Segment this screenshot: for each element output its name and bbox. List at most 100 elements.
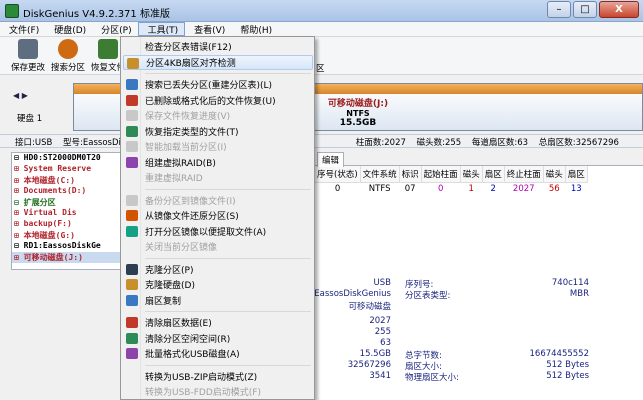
column-header[interactable]: 标识	[399, 166, 422, 183]
align-icon	[127, 57, 139, 69]
menu-separator	[145, 188, 311, 190]
tools-menu-item: 关闭当前分区镜像	[123, 239, 313, 254]
tools-menu-item-label: 转换为USB-FDD启动模式(F)	[145, 388, 261, 398]
cylinders-info: 柱面数:2027	[355, 138, 406, 148]
tree-item[interactable]: ⊞ backup(F:)	[12, 219, 120, 230]
disk-tree[interactable]: ⊟ HD0:ST2000DM0T20 ⊞ System Reserve ⊞ 本地…	[11, 152, 121, 270]
tools-menu-item-label: 批量格式化USB磁盘(A)	[145, 350, 240, 360]
tree-item[interactable]: ⊟ RD1:EassosDiskGe	[12, 241, 120, 252]
tree-item[interactable]: ⊞ System Reserve	[12, 164, 120, 175]
table-row[interactable]: 0 NTFS 07 0 1 2 2027 56 13	[315, 182, 587, 196]
disk-label: 硬盘 1	[17, 114, 43, 124]
minimize-button[interactable]: –	[547, 1, 571, 18]
save-changes-button[interactable]: 保存更改	[8, 39, 48, 73]
tools-menu-item-label: 组建虚拟RAID(B)	[145, 158, 216, 169]
menu-tools[interactable]: 工具(T)	[137, 22, 186, 36]
tree-item[interactable]: ⊞ Virtual Dis	[12, 208, 120, 219]
tools-menu-item[interactable]: 组建虚拟RAID(B)	[123, 155, 313, 170]
tree-item[interactable]: ⊞ 本地磁盘(G:)	[12, 230, 120, 241]
menu-help[interactable]: 帮助(H)	[231, 22, 278, 36]
tools-menu-item[interactable]: 清除扇区数据(E)	[123, 315, 313, 330]
column-header[interactable]: 起始柱面	[421, 166, 461, 183]
tools-menu-item[interactable]: 恢复指定类型的文件(T)	[123, 124, 313, 139]
tools-menu-item[interactable]: 检查分区表错误(F12)	[123, 39, 313, 54]
maximize-button[interactable]: □	[573, 1, 597, 18]
detail-value: 740c114	[551, 278, 589, 288]
tools-menu-item[interactable]: 扇区复制	[123, 293, 313, 308]
total-sectors-info: 总扇区数:32567296	[538, 138, 619, 148]
tree-item[interactable]: ⊞ 本地磁盘(C:)	[12, 175, 120, 186]
column-header[interactable]: 序号(状态)	[315, 166, 361, 183]
column-header[interactable]: 文件系统	[360, 166, 400, 183]
close-button[interactable]: X	[599, 1, 639, 18]
clear-sector-icon	[126, 317, 138, 328]
tools-menu-item-label: 保存文件恢复进度(V)	[145, 112, 231, 122]
search-partition-label: 搜索分区	[50, 63, 85, 73]
tools-menu-item[interactable]: 分区4KB扇区对齐检测	[123, 54, 313, 70]
tools-menu-item[interactable]: 打开分区镜像以便提取文件(A)	[123, 224, 313, 239]
detail-value: MBR	[569, 289, 589, 299]
tools-menu-item-label: 打开分区镜像以便提取文件(A)	[145, 227, 267, 238]
tree-item[interactable]: ⊟ 扩展分区	[12, 197, 120, 208]
menu-file[interactable]: 文件(F)	[0, 22, 45, 36]
raid-icon	[126, 156, 138, 168]
tools-menu-item-label: 清除分区空闲空间(R)	[145, 334, 231, 345]
menu-separator	[145, 73, 311, 74]
tools-menu-item-label: 重建虚拟RAID	[145, 174, 203, 184]
tools-menu-item-label: 恢复指定类型的文件(T)	[145, 127, 239, 138]
tools-menu-item[interactable]: 转换为USB-ZIP启动模式(Z)	[123, 369, 313, 384]
tools-menu-item-label: 清除扇区数据(E)	[145, 319, 212, 329]
column-header[interactable]: 终止柱面	[504, 166, 544, 183]
tools-menu-item[interactable]: 克隆分区(P)	[123, 262, 313, 277]
save-progress-icon	[126, 110, 138, 121]
detail-label: 总字节数:	[405, 351, 442, 361]
tools-menu-item-label: 智能加载当前分区(I)	[145, 143, 227, 153]
detail-value: 16674455552	[529, 349, 590, 359]
column-header[interactable]: 扇区	[565, 166, 588, 183]
tools-menu-item: 备份分区到镜像文件(I)	[123, 193, 313, 208]
column-header[interactable]: 磁头	[543, 166, 566, 183]
menu-disk[interactable]: 硬盘(D)	[45, 22, 92, 36]
recover-file-icon	[126, 94, 138, 106]
sector-copy-icon	[126, 294, 138, 306]
detail-value: 512 Bytes	[546, 360, 589, 370]
tools-menu-item[interactable]: 搜索已丢失分区(重建分区表)(L)	[123, 77, 313, 92]
cell-end-cyl: 2027	[512, 184, 535, 195]
disk-nav-arrows[interactable]: ◀ ▶	[13, 91, 28, 100]
detail-value: 可移动磁盘	[348, 302, 391, 312]
cell-start-head: 1	[468, 184, 474, 195]
cell-index: 0	[334, 184, 341, 195]
detail-label: 扇区大小:	[405, 362, 442, 372]
search-icon	[58, 39, 78, 59]
tools-menu-item[interactable]: 克隆硬盘(D)	[123, 277, 313, 292]
column-header[interactable]: 磁头	[460, 166, 483, 183]
cell-start-sector: 2	[490, 184, 496, 195]
tools-menu-item[interactable]: 已删除或格式化后的文件恢复(U)	[123, 93, 313, 108]
menu-view[interactable]: 查看(V)	[185, 22, 231, 36]
toolbar-fragment: 区	[316, 64, 325, 74]
tools-menu-item-label: 已删除或格式化后的文件恢复(U)	[145, 96, 276, 107]
tools-menu-item: 智能加载当前分区(I)	[123, 139, 313, 154]
tab-edit[interactable]: 编辑	[317, 152, 345, 167]
tree-item[interactable]: ⊞ Documents(D:)	[12, 186, 120, 197]
cell-fs: NTFS	[368, 184, 391, 195]
tools-menu-item[interactable]: 清除分区空闲空间(R)	[123, 331, 313, 346]
tools-menu-item-label: 扇区复制	[145, 296, 182, 307]
tools-menu-item-label: 克隆硬盘(D)	[145, 281, 195, 291]
menu-separator	[145, 311, 311, 312]
tools-menu-item-label: 分区4KB扇区对齐检测	[146, 58, 236, 69]
heads-info: 磁头数:255	[416, 138, 462, 148]
tools-menu-item[interactable]: 批量格式化USB磁盘(A)	[123, 346, 313, 361]
menu-partition[interactable]: 分区(P)	[92, 22, 137, 36]
tools-menu: 检查分区表错误(F12) 分区4KB扇区对齐检测搜索已丢失分区(重建分区表)(L)…	[120, 36, 315, 400]
clear-free-icon	[126, 332, 138, 344]
tree-item-selected[interactable]: ⊞ 可移动磁盘(J:)	[12, 252, 120, 263]
detail-value: 512 Bytes	[546, 371, 589, 381]
column-header[interactable]: 扇区	[482, 166, 505, 183]
search-partition-button[interactable]: 搜索分区	[48, 39, 88, 73]
tree-item[interactable]: ⊟ HD0:ST2000DM0T20	[12, 153, 120, 164]
app-icon	[5, 4, 19, 18]
tools-menu-item: 转换为USB-FDD启动模式(F)	[123, 384, 313, 399]
tools-menu-item[interactable]: 从镜像文件还原分区(S)	[123, 208, 313, 223]
tab-strip: 编辑	[315, 152, 643, 167]
